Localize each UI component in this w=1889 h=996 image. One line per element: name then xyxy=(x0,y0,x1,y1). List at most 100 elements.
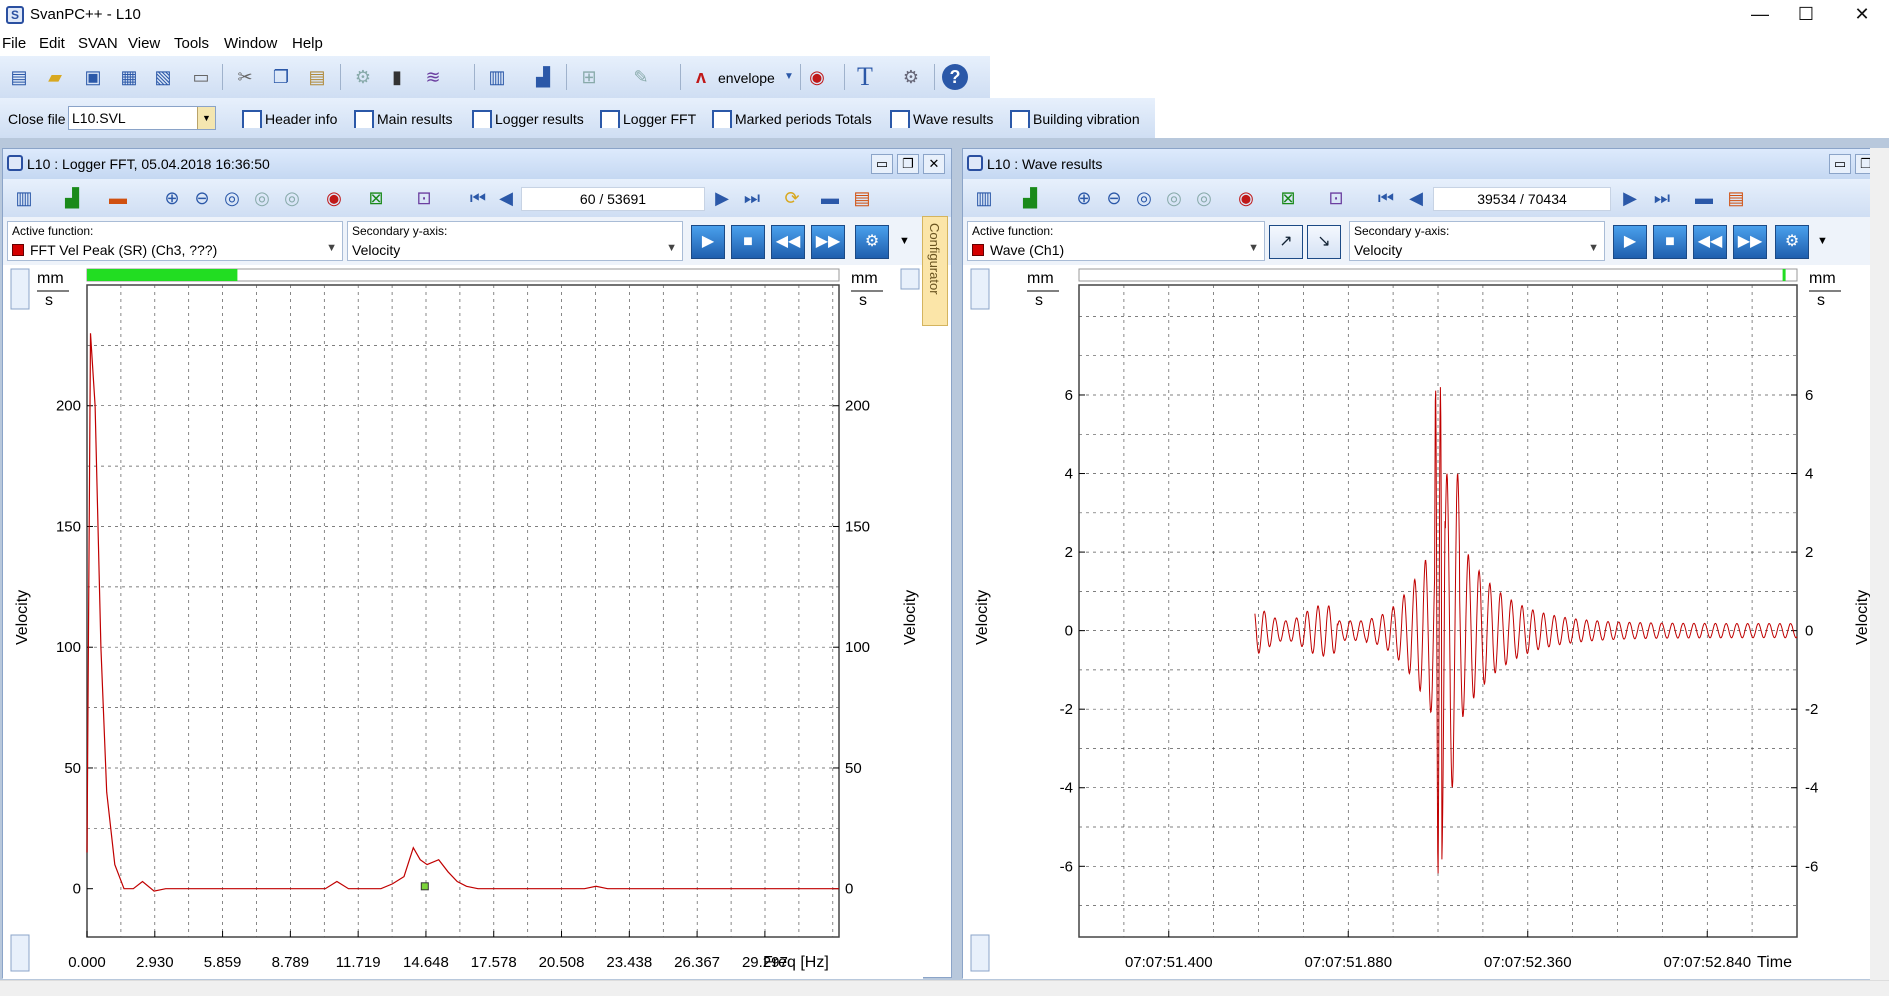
zoom-out-icon[interactable]: ⊖ xyxy=(189,185,215,211)
edit-tool-icon[interactable]: ✎ xyxy=(628,64,654,90)
logger-fft-button[interactable]: Logger FFT xyxy=(600,108,696,130)
play-button[interactable]: ▶ xyxy=(1613,225,1647,259)
cut-icon[interactable]: ✂ xyxy=(232,64,258,90)
analysis-icon[interactable]: ◉ xyxy=(804,64,830,90)
right-scale-button[interactable] xyxy=(900,268,920,290)
print-icon[interactable]: ▭ xyxy=(188,64,214,90)
calculator-icon[interactable]: ▥ xyxy=(484,64,510,90)
y-scale-button[interactable] xyxy=(10,268,30,310)
prev-record-icon[interactable]: ◀ xyxy=(1403,185,1429,211)
bar-chart-icon[interactable]: ▟ xyxy=(1017,185,1043,211)
menu-help[interactable]: Help xyxy=(292,35,323,52)
trigger-fall-button[interactable]: ↘ xyxy=(1307,225,1341,259)
gear-button[interactable]: ⚙ xyxy=(1775,225,1809,259)
fast-forward-button[interactable]: ▶▶ xyxy=(1733,225,1767,259)
main-results-button[interactable]: Main results xyxy=(354,108,452,130)
close-button[interactable]: ✕ xyxy=(1839,0,1885,30)
chevron-down-icon[interactable]: ▼ xyxy=(197,107,215,129)
minimize-window-button[interactable]: ▭ xyxy=(1829,154,1851,174)
save-as-icon[interactable]: ▧ xyxy=(150,64,176,90)
menu-view[interactable]: View xyxy=(128,35,160,52)
logger-results-button[interactable]: Logger results xyxy=(472,108,584,130)
menu-window[interactable]: Window xyxy=(224,35,277,52)
rewind-button[interactable]: ◀◀ xyxy=(1693,225,1727,259)
gear-button[interactable]: ⚙ xyxy=(855,225,889,259)
bar-chart-icon[interactable]: ▟ xyxy=(59,185,85,211)
refresh-icon[interactable]: ⟳ xyxy=(779,185,805,211)
rewind-button[interactable]: ◀◀ xyxy=(771,225,805,259)
open-folder-icon[interactable]: ▰ xyxy=(42,64,68,90)
secondary-axis-select[interactable]: Secondary y-axis: Velocity ▼ xyxy=(1349,221,1605,261)
zoom-fit-icon[interactable]: ◎ xyxy=(1131,185,1157,211)
play-button[interactable]: ▶ xyxy=(691,225,725,259)
horizontal-scrollbar[interactable] xyxy=(0,980,1889,996)
analysis-icon[interactable]: ◉ xyxy=(1233,185,1259,211)
vertical-scrollbar[interactable] xyxy=(1870,148,1889,980)
prev-record-icon[interactable]: ◀ xyxy=(493,185,519,211)
spectrum-icon[interactable]: ▬ xyxy=(105,185,131,211)
new-icon[interactable]: ▤ xyxy=(6,64,32,90)
ruler-icon[interactable]: ▬ xyxy=(1691,185,1717,211)
marked-periods-button[interactable]: Marked periods Totals xyxy=(712,108,872,130)
w-filter-icon[interactable]: ⊡ xyxy=(1323,185,1349,211)
menu-tools[interactable]: Tools xyxy=(174,35,209,52)
close-window-button[interactable]: ✕ xyxy=(923,154,945,174)
chevron-down-icon[interactable]: ▼ xyxy=(1248,242,1259,254)
minimize-button[interactable]: — xyxy=(1737,0,1783,30)
chart-icon[interactable]: ▟ xyxy=(530,64,556,90)
x-scale-button[interactable] xyxy=(970,934,990,972)
header-info-button[interactable]: Header info xyxy=(242,108,337,130)
first-record-icon[interactable]: ⏮ xyxy=(465,185,491,211)
wave-chart[interactable]: 07:07:51.400 07:07:51.880 07:07:52.360 07:0… xyxy=(963,265,1873,979)
cursor-icon[interactable]: ⊠ xyxy=(363,185,389,211)
menu-svan[interactable]: SVAN xyxy=(78,35,118,52)
envelope-label[interactable]: envelope xyxy=(718,70,775,86)
zoom-out-icon[interactable]: ⊖ xyxy=(1101,185,1127,211)
record-counter[interactable]: 39534 / 70434 xyxy=(1433,187,1611,211)
minimize-window-button[interactable]: ▭ xyxy=(871,154,893,174)
maximize-button[interactable]: ☐ xyxy=(1783,0,1829,30)
export-icon[interactable]: ▤ xyxy=(1723,185,1749,211)
connect-icon[interactable]: ⚙ xyxy=(350,64,376,90)
zoom-fit-icon[interactable]: ◎ xyxy=(219,185,245,211)
configurator-tab[interactable]: Configurator xyxy=(922,216,948,326)
text-icon[interactable]: T xyxy=(852,64,878,90)
ruler-icon[interactable]: ▬ xyxy=(817,185,843,211)
envelope-dropdown-icon[interactable]: ▼ xyxy=(776,64,802,90)
secondary-axis-select[interactable]: Secondary y-axis: Velocity ▼ xyxy=(347,221,683,261)
x-scale-button[interactable] xyxy=(10,934,30,972)
save-icon[interactable]: ▦ xyxy=(116,64,142,90)
wireless-icon[interactable]: ≋ xyxy=(420,64,446,90)
y-scale-button[interactable] xyxy=(970,268,990,310)
open-svl-icon[interactable]: ▣ xyxy=(80,64,106,90)
db-icon[interactable]: ⊞ xyxy=(576,64,602,90)
copy-icon[interactable]: ❐ xyxy=(268,64,294,90)
record-counter[interactable]: 60 / 53691 xyxy=(521,187,705,211)
columns-icon[interactable]: ▥ xyxy=(971,185,997,211)
cursor-marker[interactable] xyxy=(420,882,429,891)
paste-icon[interactable]: ▤ xyxy=(304,64,330,90)
building-vibration-button[interactable]: Building vibration xyxy=(1010,108,1140,130)
w-filter-icon[interactable]: ⊡ xyxy=(411,185,437,211)
zoom-x-icon[interactable]: ◎ xyxy=(249,185,275,211)
menu-edit[interactable]: Edit xyxy=(39,35,65,52)
chevron-down-icon[interactable]: ▼ xyxy=(666,242,677,254)
active-function-select[interactable]: Active function: FFT Vel Peak (SR) (Ch3,… xyxy=(7,221,343,261)
settings-icon[interactable]: ⚙ xyxy=(898,64,924,90)
export-icon[interactable]: ▤ xyxy=(849,185,875,211)
next-record-icon[interactable]: ▶ xyxy=(1617,185,1643,211)
chevron-down-icon[interactable]: ▼ xyxy=(899,235,910,247)
next-record-icon[interactable]: ▶ xyxy=(709,185,735,211)
last-record-icon[interactable]: ⏭ xyxy=(1649,185,1675,211)
fft-chart[interactable]: 0.000 2.930 5.859 8.789 11.719 14.648 17.578 20… xyxy=(3,265,923,979)
chevron-down-icon[interactable]: ▼ xyxy=(1817,235,1828,247)
zoom-x-icon[interactable]: ◎ xyxy=(1161,185,1187,211)
chevron-down-icon[interactable]: ▼ xyxy=(1588,242,1599,254)
cursor-icon[interactable]: ⊠ xyxy=(1275,185,1301,211)
instrument-icon[interactable]: ▮ xyxy=(384,64,410,90)
stop-button[interactable]: ■ xyxy=(731,225,765,259)
wave-results-button[interactable]: Wave results xyxy=(890,108,993,130)
last-record-icon[interactable]: ⏭ xyxy=(739,185,765,211)
menu-file[interactable]: File xyxy=(2,35,26,52)
zoom-in-icon[interactable]: ⊕ xyxy=(159,185,185,211)
